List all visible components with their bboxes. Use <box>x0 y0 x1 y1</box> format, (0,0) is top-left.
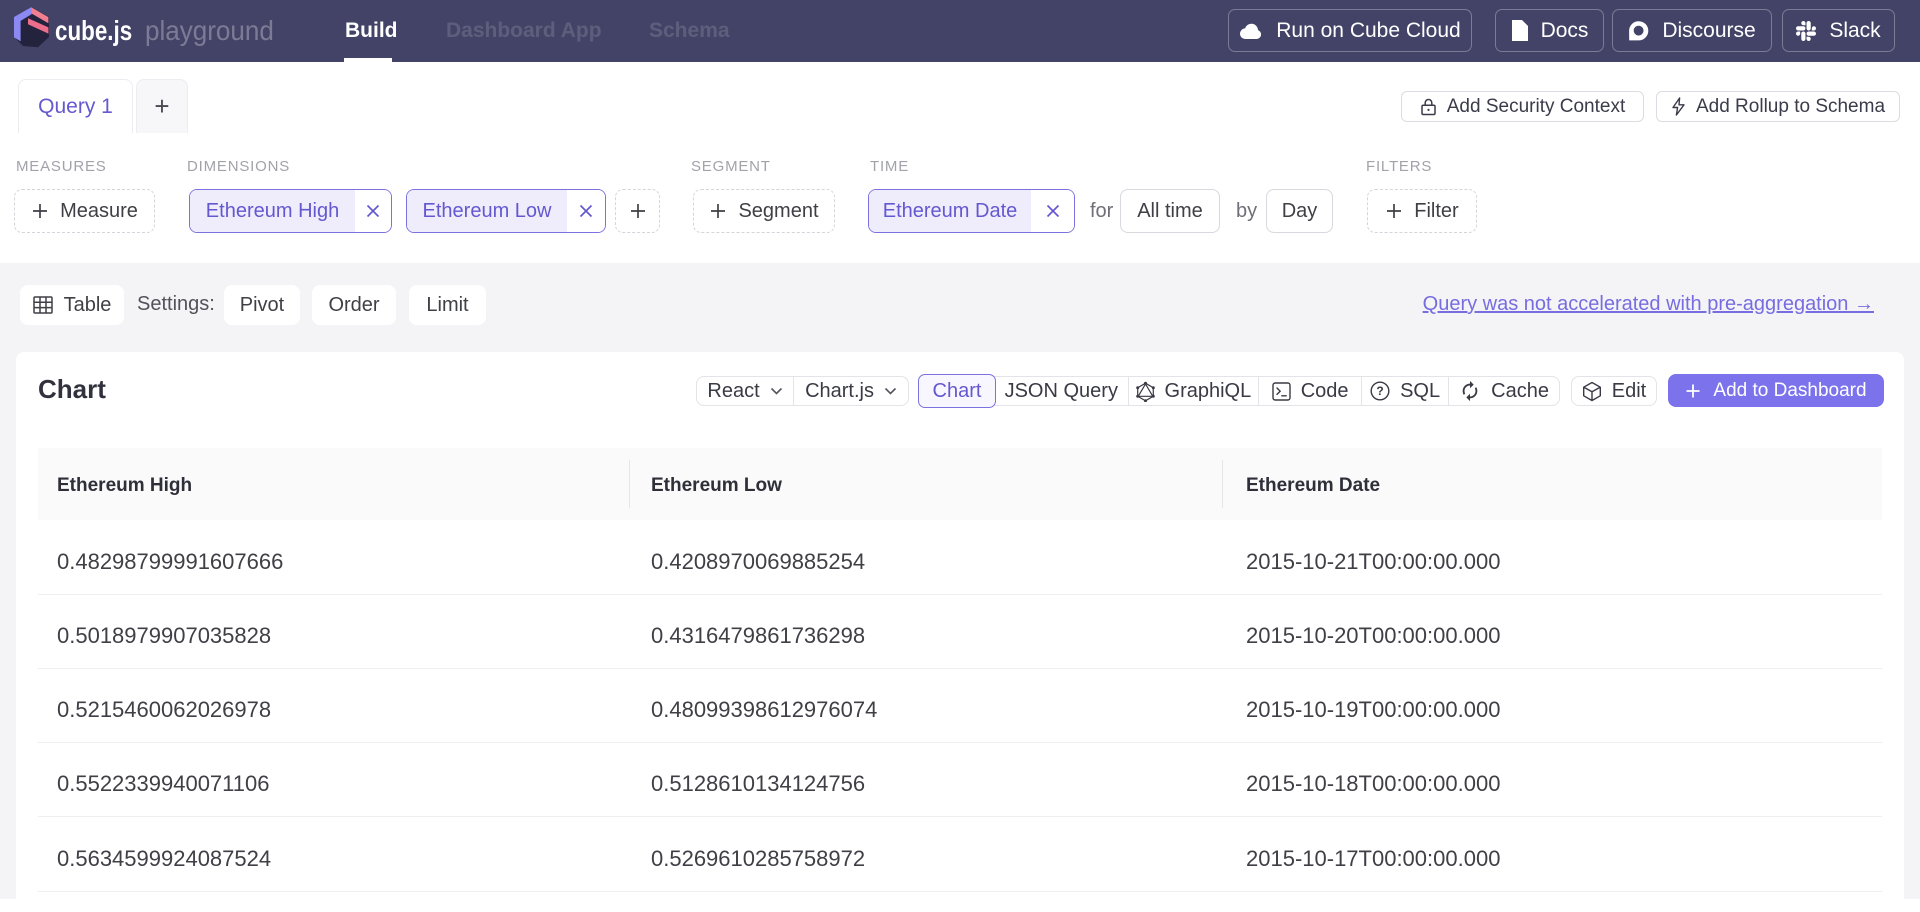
svg-text:?: ? <box>1376 384 1383 398</box>
